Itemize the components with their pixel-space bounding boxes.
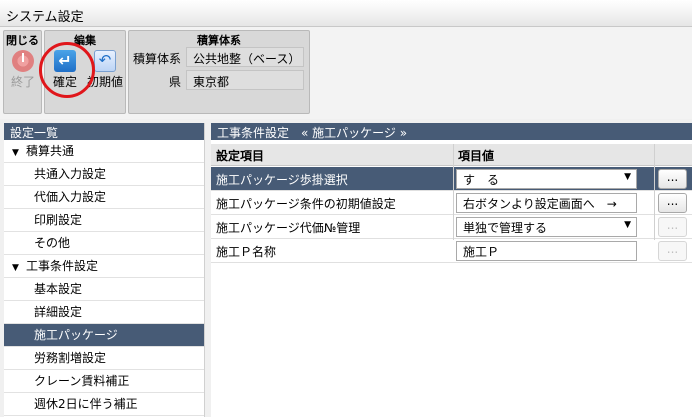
grid-row[interactable]: 施工パッケージ歩掛選択 す る ▼ ...	[211, 167, 692, 191]
tree-item-common-input[interactable]: 共通入力設定	[4, 163, 204, 186]
estimate-system-group-title: 積算体系	[197, 34, 241, 47]
tree-item-label: 代価入力設定	[34, 190, 107, 204]
field-value: 施工Ｐ	[463, 245, 500, 259]
settings-tree: ▼ 積算共通 共通入力設定 代価入力設定 印刷設定 その他 ▼ 工事条件設定 基本設…	[4, 140, 204, 416]
estimate-system-group: 積算体系 積算体系 公共地整（ベース） 県 東京都	[128, 30, 310, 114]
ellipsis-button[interactable]: ...	[658, 241, 687, 261]
settings-sidebar: 設定一覧 ▼ 積算共通 共通入力設定 代価入力設定 印刷設定 その他 ▼ 工事条件設…	[4, 123, 205, 417]
grid-row[interactable]: 施工Ｐ名称 施工Ｐ ...	[211, 239, 692, 263]
ribbon: 閉じる 終了 編集 確定 初期値 積算体系 積算体系 公共地整（ベース） 県 東…	[0, 27, 692, 119]
tree-item-labor-premium[interactable]: 労務割増設定	[4, 347, 204, 370]
power-icon	[12, 50, 34, 72]
prefecture-value: 東京都	[186, 70, 304, 90]
tree-item-label: クレーン賃料補正	[34, 374, 130, 388]
tree-item-label: 工事条件設定	[26, 259, 99, 273]
dropdown-value: 単独で管理する	[463, 221, 548, 235]
tree-item-label: 共通入力設定	[34, 167, 107, 181]
tree-item-print[interactable]: 印刷設定	[4, 209, 204, 232]
dropdown-arrow-icon: ▼	[624, 220, 631, 230]
tree-item-basic[interactable]: 基本設定	[4, 278, 204, 301]
tree-item-label: 施工パッケージ	[34, 328, 118, 342]
window-titlebar: システム設定	[0, 0, 692, 27]
tree-item-label: 詳細設定	[34, 305, 83, 319]
close-group: 閉じる 終了	[3, 30, 42, 114]
tree-item-label: 労務割増設定	[34, 351, 107, 365]
setting-name: 施工パッケージ代価№管理	[216, 221, 361, 235]
package-selection-dropdown[interactable]: す る ▼	[456, 169, 637, 189]
initial-value-field[interactable]: 右ボタンより設定画面へ →	[456, 193, 637, 213]
column-divider	[453, 144, 454, 240]
cost-number-dropdown[interactable]: 単独で管理する ▼	[456, 217, 637, 237]
tree-item-estimate-common[interactable]: ▼ 積算共通	[4, 140, 204, 163]
caret-down-icon: ▼	[12, 263, 19, 273]
window-title: システム設定	[6, 10, 84, 25]
ellipsis-button[interactable]: ...	[658, 169, 687, 189]
exit-button[interactable]: 終了	[4, 47, 42, 97]
highlight-circle	[39, 42, 95, 98]
grid-row[interactable]: 施工パッケージ代価№管理 単独で管理する ▼ ...	[211, 215, 692, 239]
sidebar-header: 設定一覧	[4, 123, 204, 140]
prefecture-label: 県	[168, 75, 181, 89]
ellipsis-button[interactable]: ...	[658, 217, 687, 237]
tree-item-label: 週休2日に伴う補正	[34, 397, 138, 411]
settings-panel: 工事条件設定 « 施工パッケージ » 設定項目 項目値 施工パッケージ歩掛選択 …	[211, 123, 692, 417]
close-group-title: 閉じる	[6, 34, 39, 47]
setting-name: 施工パッケージ歩掛選択	[216, 173, 348, 187]
estimate-system-value: 公共地整（ベース）	[186, 47, 304, 67]
caret-down-icon: ▼	[12, 148, 19, 158]
package-name-input[interactable]: 施工Ｐ	[456, 241, 637, 261]
dropdown-arrow-icon: ▼	[624, 172, 631, 182]
tree-item-two-day-weekend[interactable]: 週休2日に伴う補正	[4, 393, 204, 416]
tree-item-other[interactable]: その他	[4, 232, 204, 255]
column-header-value: 項目値	[458, 149, 495, 163]
column-header-item: 設定項目	[216, 149, 265, 163]
grid-header: 設定項目 項目値	[211, 144, 692, 166]
dropdown-value: す る	[463, 173, 500, 187]
settings-panel-header: 工事条件設定 « 施工パッケージ »	[211, 123, 692, 140]
grid-row[interactable]: 施工パッケージ条件の初期値設定 右ボタンより設定画面へ → ...	[211, 191, 692, 215]
tree-item-crane-rental[interactable]: クレーン賃料補正	[4, 370, 204, 393]
exit-button-label: 終了	[10, 75, 35, 89]
field-value: 右ボタンより設定画面へ →	[463, 197, 617, 211]
reset-icon	[94, 50, 116, 72]
tree-item-cost-input[interactable]: 代価入力設定	[4, 186, 204, 209]
setting-name: 施工Ｐ名称	[216, 245, 277, 259]
ellipsis-button[interactable]: ...	[658, 193, 687, 213]
tree-item-construction-package[interactable]: 施工パッケージ	[4, 324, 204, 347]
setting-name: 施工パッケージ条件の初期値設定	[216, 197, 396, 211]
tree-item-label: 積算共通	[26, 144, 75, 158]
tree-item-label: 印刷設定	[34, 213, 83, 227]
tree-item-label: その他	[34, 236, 71, 250]
tree-item-construction-conditions[interactable]: ▼ 工事条件設定	[4, 255, 204, 278]
tree-item-label: 基本設定	[34, 282, 83, 296]
column-divider	[654, 144, 655, 240]
estimate-system-label: 積算体系	[133, 52, 182, 66]
tree-item-detail[interactable]: 詳細設定	[4, 301, 204, 324]
